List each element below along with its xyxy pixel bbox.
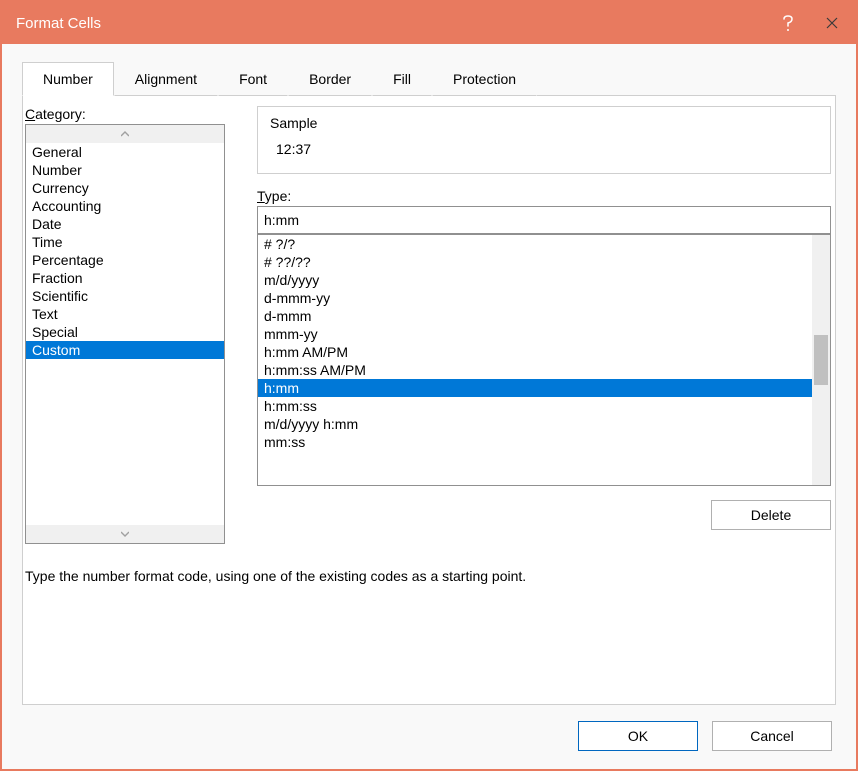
- type-item[interactable]: # ?/?: [258, 235, 812, 253]
- sample-label: Sample: [270, 115, 818, 131]
- chevron-down-icon: [121, 531, 129, 537]
- scroll-up-button[interactable]: [26, 125, 224, 143]
- category-label: Category:: [25, 106, 241, 122]
- dialog-content: Number Alignment Font Border Fill Protec…: [2, 44, 856, 705]
- category-item[interactable]: General: [26, 143, 224, 161]
- tab-protection[interactable]: Protection: [432, 62, 537, 96]
- type-item[interactable]: h:mm AM/PM: [258, 343, 812, 361]
- category-item[interactable]: Custom: [26, 341, 224, 359]
- tab-strip: Number Alignment Font Border Fill Protec…: [22, 62, 836, 96]
- close-icon: [826, 17, 838, 29]
- category-item[interactable]: Accounting: [26, 197, 224, 215]
- category-item[interactable]: Date: [26, 215, 224, 233]
- help-text: Type the number format code, using one o…: [23, 544, 835, 584]
- type-listbox[interactable]: # ?/? # ??/?? m/d/yyyy d-mmm-yy d-mmm mm…: [257, 234, 831, 486]
- type-item[interactable]: # ??/??: [258, 253, 812, 271]
- tab-fill[interactable]: Fill: [372, 62, 432, 96]
- ok-button[interactable]: OK: [578, 721, 698, 751]
- sample-value: 12:37: [270, 141, 311, 157]
- category-item[interactable]: Scientific: [26, 287, 224, 305]
- format-cells-dialog: Format Cells Number Alignment Font Borde…: [0, 0, 858, 771]
- close-button[interactable]: [810, 2, 854, 44]
- tab-alignment[interactable]: Alignment: [114, 62, 218, 96]
- sample-box: Sample 12:37: [257, 106, 831, 174]
- panel-number: Category: General Number Currency Accoun…: [22, 96, 836, 705]
- chevron-up-icon: [121, 131, 129, 137]
- type-item[interactable]: h:mm: [258, 379, 812, 397]
- dialog-footer: OK Cancel: [2, 705, 856, 769]
- category-item[interactable]: Fraction: [26, 269, 224, 287]
- tab-number[interactable]: Number: [22, 62, 114, 96]
- category-item[interactable]: Currency: [26, 179, 224, 197]
- type-item[interactable]: mmm-yy: [258, 325, 812, 343]
- type-item[interactable]: h:mm:ss: [258, 397, 812, 415]
- category-item[interactable]: Text: [26, 305, 224, 323]
- type-item[interactable]: h:mm:ss AM/PM: [258, 361, 812, 379]
- help-icon: [781, 14, 795, 32]
- delete-button[interactable]: Delete: [711, 500, 831, 530]
- category-item[interactable]: Percentage: [26, 251, 224, 269]
- type-item[interactable]: mm:ss: [258, 433, 812, 451]
- category-item[interactable]: Time: [26, 233, 224, 251]
- type-scrollbar[interactable]: [812, 235, 830, 485]
- cancel-button[interactable]: Cancel: [712, 721, 832, 751]
- category-item[interactable]: Special: [26, 323, 224, 341]
- category-item[interactable]: Number: [26, 161, 224, 179]
- type-item[interactable]: m/d/yyyy: [258, 271, 812, 289]
- tab-border[interactable]: Border: [288, 62, 372, 96]
- window-title: Format Cells: [16, 15, 766, 32]
- type-item[interactable]: d-mmm: [258, 307, 812, 325]
- type-item[interactable]: m/d/yyyy h:mm: [258, 415, 812, 433]
- scroll-thumb[interactable]: [814, 335, 828, 385]
- category-listbox[interactable]: General Number Currency Accounting Date …: [25, 124, 225, 544]
- tab-font[interactable]: Font: [218, 62, 288, 96]
- type-input[interactable]: [257, 206, 831, 234]
- titlebar: Format Cells: [2, 2, 856, 44]
- tab-filler: [537, 62, 836, 96]
- type-label: Type:: [257, 188, 831, 204]
- scroll-down-button[interactable]: [26, 525, 224, 543]
- help-button[interactable]: [766, 2, 810, 44]
- type-item[interactable]: d-mmm-yy: [258, 289, 812, 307]
